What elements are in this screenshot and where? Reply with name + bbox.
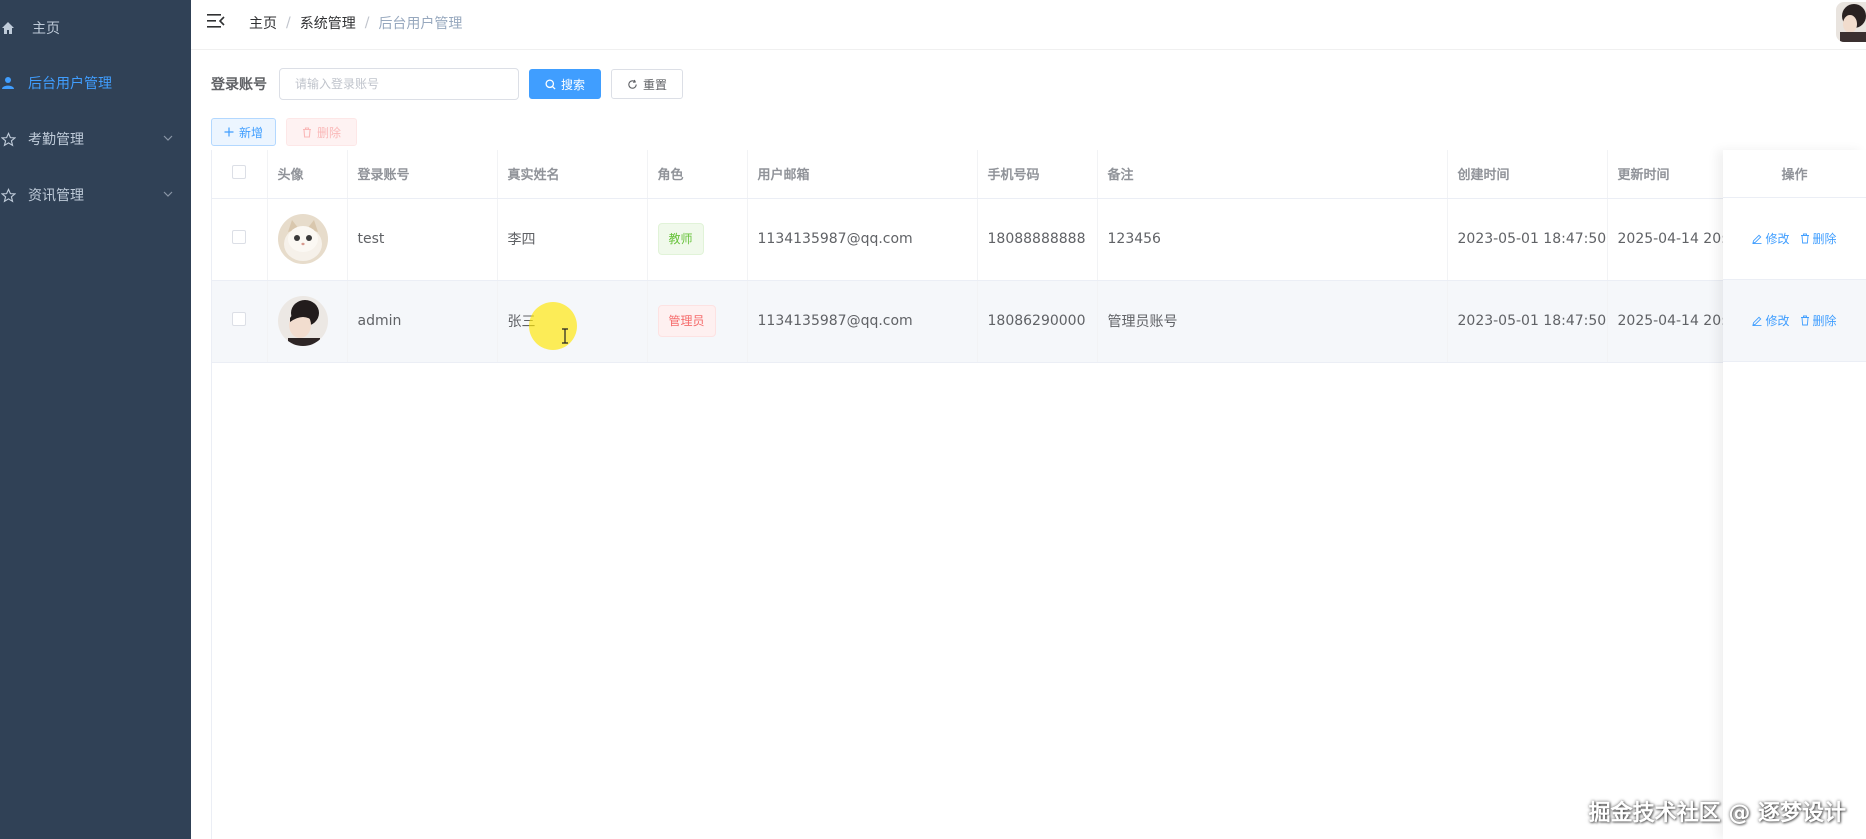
column-header: 角色 bbox=[647, 150, 748, 199]
user-table: 头像 登录账号 真实姓名 角色 用户邮箱 手机号码 备注 创建时间 更新时间 t… bbox=[211, 150, 1866, 839]
search-button[interactable]: 搜索 bbox=[529, 69, 602, 99]
created-time-cell: 2023-05-01 18:47:50 bbox=[1447, 280, 1608, 363]
select-all-checkbox[interactable] bbox=[232, 164, 247, 179]
column-header: 头像 bbox=[267, 150, 348, 199]
column-header: 用户邮箱 bbox=[747, 150, 978, 199]
sidebar-item-admin-users[interactable]: 后台用户管理 bbox=[0, 55, 191, 111]
user-icon bbox=[0, 75, 16, 91]
account-cell: test bbox=[347, 198, 498, 281]
real-name-cell: 李四 bbox=[497, 198, 648, 281]
role-tag: 管理员 bbox=[657, 305, 716, 337]
table-row: test 李四 教师 1134135987@qq.com 18088888888… bbox=[212, 198, 1866, 281]
text-cursor-icon bbox=[562, 328, 568, 344]
table-row: admin 张三 管理员 1134135987@qq.com 180862900… bbox=[212, 280, 1866, 363]
column-header: 手机号码 bbox=[977, 150, 1098, 199]
reset-button[interactable]: 重置 bbox=[611, 69, 684, 99]
column-header: 创建时间 bbox=[1447, 150, 1608, 199]
home-icon bbox=[0, 20, 16, 36]
phone-cell: 18086290000 bbox=[977, 280, 1098, 363]
sidebar-item-home[interactable]: 主页 bbox=[0, 0, 191, 56]
trash-icon bbox=[303, 126, 312, 138]
breadcrumb-current: 后台用户管理 bbox=[378, 16, 463, 32]
account-cell: admin bbox=[347, 280, 498, 363]
navbar: 主页 / 系统管理 / 后台用户管理 bbox=[191, 0, 1866, 50]
edit-icon bbox=[1752, 234, 1762, 244]
table-header-row: 头像 登录账号 真实姓名 角色 用户邮箱 手机号码 备注 创建时间 更新时间 bbox=[212, 150, 1866, 199]
chevron-down-icon bbox=[163, 187, 173, 203]
cursor-highlight bbox=[529, 302, 577, 350]
watermark: 掘金技术社区 @ 逐梦设计 bbox=[1588, 801, 1846, 826]
search-label: 登录账号 bbox=[211, 77, 267, 93]
main-content: 主页 / 系统管理 / 后台用户管理 登录账号 搜索 bbox=[191, 0, 1866, 839]
remark-cell: 管理员账号 bbox=[1097, 280, 1448, 363]
role-tag: 教师 bbox=[657, 223, 704, 255]
breadcrumb: 主页 / 系统管理 / 后台用户管理 bbox=[249, 13, 463, 33]
refresh-icon bbox=[628, 79, 637, 89]
column-header-actions: 操作 bbox=[1723, 150, 1866, 198]
created-time-cell: 2023-05-01 18:47:50 bbox=[1447, 198, 1608, 281]
star-icon bbox=[0, 131, 16, 147]
sidebar-item-news[interactable]: 资讯管理 bbox=[0, 167, 191, 223]
trash-icon bbox=[1800, 233, 1809, 244]
column-header: 登录账号 bbox=[347, 150, 498, 199]
sidebar-item-label: 后台用户管理 bbox=[28, 76, 112, 92]
sidebar-item-attendance[interactable]: 考勤管理 bbox=[0, 111, 191, 167]
search-icon bbox=[545, 78, 556, 90]
woman-avatar bbox=[277, 296, 328, 346]
chevron-down-icon bbox=[163, 131, 173, 147]
row-checkbox[interactable] bbox=[232, 312, 247, 326]
email-cell: 1134135987@qq.com bbox=[747, 280, 978, 363]
edit-button[interactable]: 修改 bbox=[1752, 230, 1790, 247]
delete-button[interactable]: 删除 bbox=[1800, 312, 1837, 329]
remark-cell: 123456 bbox=[1097, 198, 1448, 281]
actions-row: 修改 删除 bbox=[1723, 198, 1866, 280]
delete-button[interactable]: 删除 bbox=[1800, 230, 1837, 247]
sidebar-item-label: 考勤管理 bbox=[28, 132, 84, 148]
row-checkbox[interactable] bbox=[232, 230, 247, 244]
user-avatar[interactable] bbox=[1836, 2, 1866, 42]
sidebar: 主页 后台用户管理 考勤管理 资讯管理 bbox=[0, 0, 191, 839]
phone-cell: 18088888888 bbox=[977, 198, 1098, 281]
breadcrumb-system[interactable]: 系统管理 bbox=[300, 13, 356, 33]
breadcrumb-home[interactable]: 主页 bbox=[249, 13, 277, 33]
hamburger-icon[interactable] bbox=[207, 13, 227, 31]
search-form: 登录账号 搜索 重置 bbox=[211, 68, 684, 100]
trash-icon bbox=[1800, 315, 1809, 326]
column-header: 备注 bbox=[1097, 150, 1448, 199]
edit-button[interactable]: 修改 bbox=[1752, 312, 1790, 329]
email-cell: 1134135987@qq.com bbox=[747, 198, 978, 281]
batch-delete-button[interactable]: 删除 bbox=[286, 118, 358, 146]
sidebar-item-label: 资讯管理 bbox=[28, 188, 84, 204]
cat-avatar bbox=[277, 214, 328, 264]
add-button[interactable]: 新增 bbox=[211, 118, 277, 146]
plus-icon bbox=[224, 127, 234, 137]
edit-icon bbox=[1752, 316, 1762, 326]
actions-column: 操作 修改 删除 修改 删除 bbox=[1723, 150, 1866, 839]
column-header: 真实姓名 bbox=[497, 150, 648, 199]
account-search-input[interactable] bbox=[279, 68, 519, 100]
sidebar-item-label: 主页 bbox=[32, 21, 60, 37]
star-icon bbox=[0, 187, 16, 203]
table-toolbar: 新增 删除 bbox=[211, 118, 358, 146]
actions-row: 修改 删除 bbox=[1723, 280, 1866, 362]
